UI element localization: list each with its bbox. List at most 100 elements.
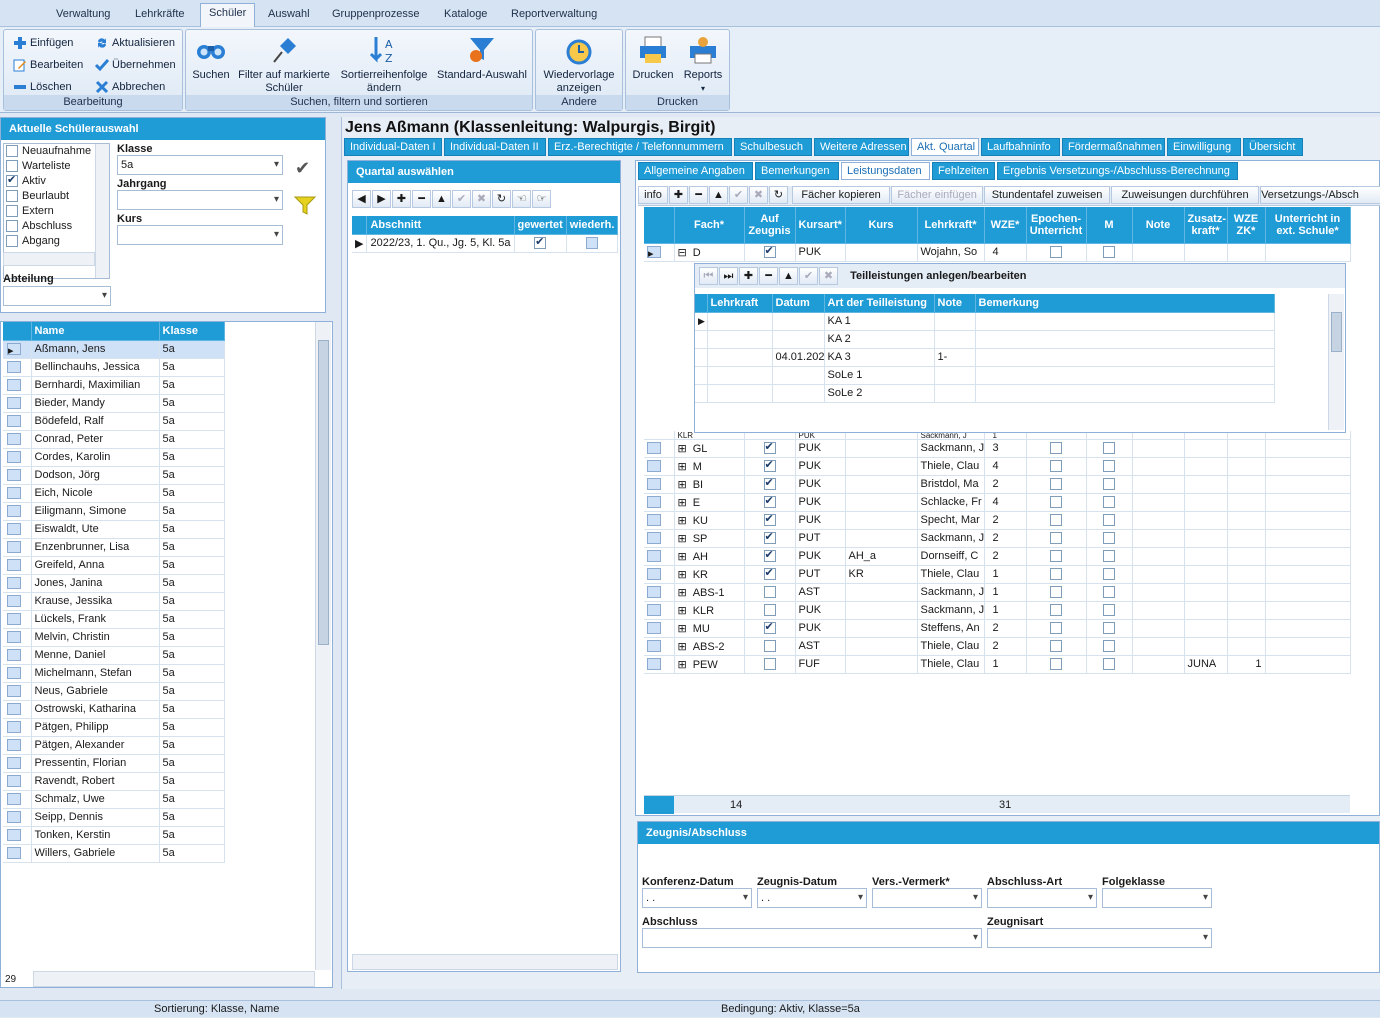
row-selector[interactable] [3,808,32,827]
row-selector[interactable] [644,475,675,494]
teil-cell[interactable] [707,384,773,403]
zeugnis-checkbox[interactable] [744,439,796,458]
checkbox[interactable] [1103,532,1115,545]
table-row[interactable]: Eiligmann, Simone 5a [3,502,225,521]
checkbox[interactable] [1103,658,1115,671]
table-row[interactable]: ⊞ BI PUK Bristdol, Ma2 [644,475,1351,494]
table-row[interactable]: Ravendt, Robert 5a [3,772,225,791]
table-row[interactable]: Lückels, Frank 5a [3,610,225,629]
m-checkbox[interactable] [1086,583,1133,602]
row-selector[interactable] [3,682,32,701]
nav-next-button[interactable]: ▶ [372,190,391,208]
checkbox[interactable] [763,494,776,509]
table-row[interactable]: Eich, Nicole 5a [3,484,225,503]
row-selector[interactable] [3,592,32,611]
abschlussart-combo[interactable] [987,888,1097,908]
col-gewertet[interactable]: gewertet [514,216,567,235]
note-cell[interactable] [1132,547,1185,566]
checkbox[interactable] [1050,658,1062,671]
table-row[interactable]: Enzenbrunner, Lisa 5a [3,538,225,557]
menu-tab-gruppenprozesse[interactable]: Gruppenprozesse [324,5,427,26]
confirm-button[interactable]: ✔ [452,190,471,208]
table-row[interactable]: ⊞KRPUTKRThiele, Clau1 [644,565,1351,584]
empty-cell[interactable] [1265,243,1351,262]
table-row[interactable]: Pressentin, Florian 5a [3,754,225,773]
m-checkbox[interactable] [1086,439,1133,458]
expand-icon[interactable]: ⊞ [678,461,687,473]
schueler-hscrollbar[interactable] [33,971,315,987]
row-selector[interactable]: ▸ [3,340,32,359]
refresh-button[interactable]: ↻ [492,190,511,208]
filter-icon[interactable] [294,196,316,216]
zeugnis-checkbox[interactable] [744,619,796,638]
folgeklasse-combo[interactable] [1102,888,1212,908]
vers-vermerk-combo[interactable] [872,888,982,908]
row-selector[interactable] [3,574,32,593]
teil-cell[interactable]: KA 1 [824,312,935,331]
row-selector[interactable] [644,529,675,548]
table-row[interactable]: Jones, Janina 5a [3,574,225,593]
m-checkbox[interactable] [1086,243,1133,262]
note-cell[interactable] [1132,583,1185,602]
row-selector[interactable] [3,502,32,521]
row-selector[interactable] [3,628,32,647]
table-row[interactable]: Krause, Jessika 5a [3,592,225,611]
cancel-button[interactable]: ✖ [472,190,491,208]
checkbox[interactable] [763,244,776,259]
epochen-checkbox[interactable] [1026,601,1087,620]
hand-point-right-icon[interactable]: ☞ [532,190,551,208]
teil-cell[interactable] [707,312,773,331]
ext-schule-cell[interactable] [1265,475,1351,494]
leist-col-header[interactable]: WZE ZK* [1227,207,1266,244]
gewertet-checkbox[interactable] [514,234,567,253]
up-button[interactable]: ▲ [779,267,798,285]
ext-schule-cell[interactable] [1265,529,1351,548]
zeugnis-checkbox[interactable] [744,583,796,602]
row-selector[interactable] [3,538,32,557]
status-option[interactable]: Abgang [4,234,109,249]
einfuegen-button[interactable]: Einfügen [12,33,73,53]
leist-col-header[interactable]: M [1086,207,1133,244]
table-row[interactable]: Bernhardi, Maximilian 5a [3,376,225,395]
main-tab[interactable]: Weitere Adressen [814,138,909,156]
expand-icon[interactable]: ⊞ [678,569,687,581]
row-selector[interactable] [3,412,32,431]
row-selector[interactable] [3,772,32,791]
main-tab[interactable]: Akt. Quartal [911,138,979,156]
table-row[interactable]: 04.01.202 KA 3 1- [695,348,1275,367]
checkbox[interactable] [1103,622,1115,635]
checkbox[interactable] [763,476,776,491]
checkbox[interactable] [1050,586,1062,599]
checkbox[interactable] [1050,514,1062,527]
m-checkbox[interactable] [1086,511,1133,530]
status-list-hscrollbar[interactable] [3,252,95,266]
leist-col-header[interactable]: Kursart* [795,207,846,244]
empty-cell[interactable] [1184,243,1228,262]
row-selector[interactable] [644,565,675,584]
aktualisieren-button[interactable]: Aktualisieren [94,33,175,53]
ext-schule-cell[interactable] [1265,547,1351,566]
checkbox[interactable] [1050,496,1062,509]
status-option[interactable]: Neuaufnahme [4,144,109,159]
checkbox[interactable] [1050,622,1062,635]
epochen-checkbox[interactable] [1026,475,1087,494]
table-row[interactable]: Melvin, Christin 5a [3,628,225,647]
klasse-combo[interactable]: 5a [117,155,283,175]
expand-icon[interactable]: ⊞ [678,515,687,527]
row-selector[interactable] [3,790,32,809]
epochen-checkbox[interactable] [1026,619,1087,638]
sub-tab[interactable]: Ergebnis Versetzungs-/Abschluss-Berechnu… [997,162,1238,180]
sub-tab[interactable]: Fehlzeiten [932,162,995,180]
row-selector[interactable] [644,511,675,530]
teil-cell[interactable] [772,312,825,331]
status-option[interactable]: Aktiv [4,173,109,189]
m-checkbox[interactable] [1086,475,1133,494]
ext-schule-cell[interactable] [1265,493,1351,512]
filter-markierte-button[interactable]: Filter auf markierte Schüler [236,34,332,95]
epochen-checkbox[interactable] [1026,439,1087,458]
table-row[interactable]: ⊞ KU PUK Specht, Mar2 [644,511,1351,530]
teil-col-header[interactable]: Lehrkraft [707,294,773,313]
row-selector[interactable] [3,700,32,719]
expand-icon[interactable]: ⊞ [678,479,687,491]
status-option[interactable]: Beurlaubt [4,189,109,204]
